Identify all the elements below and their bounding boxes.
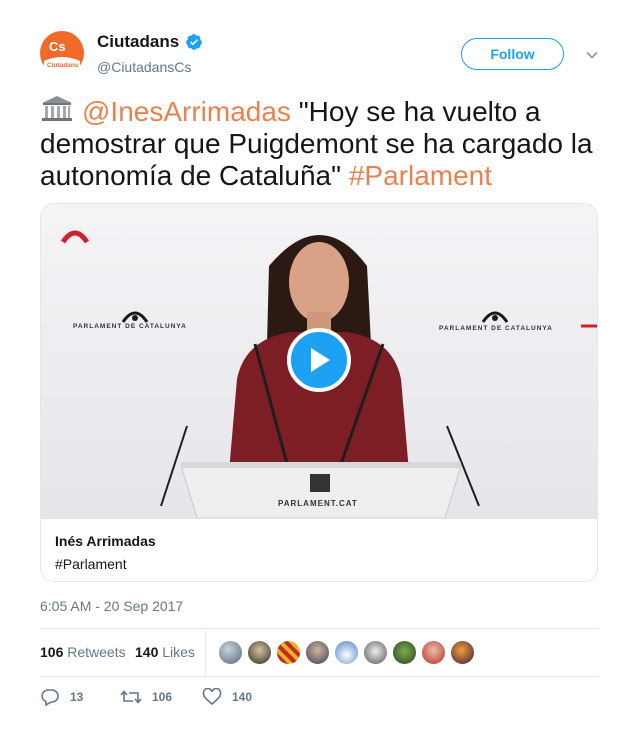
- retweet-action[interactable]: 106: [120, 688, 172, 706]
- museum-icon: [42, 96, 72, 121]
- liker-avatar[interactable]: [305, 640, 330, 665]
- retweet-count: 106: [152, 690, 173, 704]
- liker-avatar[interactable]: [218, 640, 243, 665]
- retweets-stat[interactable]: 106 Retweets: [40, 644, 126, 660]
- follow-button[interactable]: Follow: [461, 38, 564, 70]
- account-name-row[interactable]: Ciutadans: [97, 32, 203, 52]
- tweet-text: @InesArrimadas "Hoy se ha vuelto a demos…: [40, 94, 610, 192]
- liker-avatars: [218, 640, 479, 665]
- action-bar: 13 106 140: [40, 688, 340, 708]
- hashtag-link[interactable]: #Parlament: [349, 160, 492, 191]
- card-title: Inés Arrimadas: [55, 533, 156, 549]
- likes-count: 140: [135, 644, 159, 660]
- logo-text: Cs: [49, 39, 66, 54]
- like-count: 140: [232, 690, 253, 704]
- chevron-down-icon[interactable]: [585, 48, 599, 62]
- retweets-count: 106: [40, 644, 64, 660]
- reply-count: 13: [70, 690, 84, 704]
- retweets-label: Retweets: [67, 644, 126, 660]
- likes-stat[interactable]: 140 Likes: [135, 644, 195, 660]
- podium-text: PARLAMENT.CAT: [278, 499, 358, 508]
- tweet-timestamp[interactable]: 6:05 AM - 20 Sep 2017: [40, 598, 183, 614]
- mention-link[interactable]: @InesArrimadas: [82, 96, 291, 127]
- play-icon: [311, 348, 330, 372]
- card-description: #Parlament: [55, 556, 127, 572]
- account-name[interactable]: Ciutadans: [97, 32, 179, 52]
- liker-avatar[interactable]: [392, 640, 417, 665]
- logo-subtext: Ciutadans: [47, 62, 79, 69]
- play-button[interactable]: [287, 328, 351, 392]
- like-action[interactable]: 140: [202, 688, 252, 706]
- likes-label: Likes: [162, 644, 195, 660]
- heart-icon: [202, 688, 222, 706]
- backdrop-text-right: PARLAMENT DE CATALUNYA: [439, 325, 553, 332]
- verified-badge-icon: [186, 34, 203, 50]
- liker-avatar[interactable]: [247, 640, 272, 665]
- video-card[interactable]: PARLAMENT DE CATALUNYA PARLAMENT DE CATA…: [40, 203, 598, 582]
- account-handle[interactable]: @CiutadansCs: [97, 59, 191, 75]
- liker-avatar[interactable]: [421, 640, 446, 665]
- account-avatar[interactable]: Cs Ciutadans: [40, 31, 84, 75]
- liker-avatar[interactable]: [276, 640, 301, 665]
- stats-divider: [205, 629, 206, 676]
- reply-action[interactable]: 13: [40, 688, 83, 706]
- video-thumbnail[interactable]: PARLAMENT DE CATALUNYA PARLAMENT DE CATA…: [41, 204, 597, 518]
- liker-avatar[interactable]: [363, 640, 388, 665]
- backdrop-text-left: PARLAMENT DE CATALUNYA: [73, 323, 187, 330]
- liker-avatar[interactable]: [334, 640, 359, 665]
- retweet-icon: [120, 690, 142, 704]
- stats-row: 106 Retweets 140 Likes: [40, 628, 599, 677]
- liker-avatar[interactable]: [450, 640, 475, 665]
- card-meta[interactable]: Inés Arrimadas #Parlament: [41, 518, 597, 581]
- reply-icon: [41, 689, 59, 706]
